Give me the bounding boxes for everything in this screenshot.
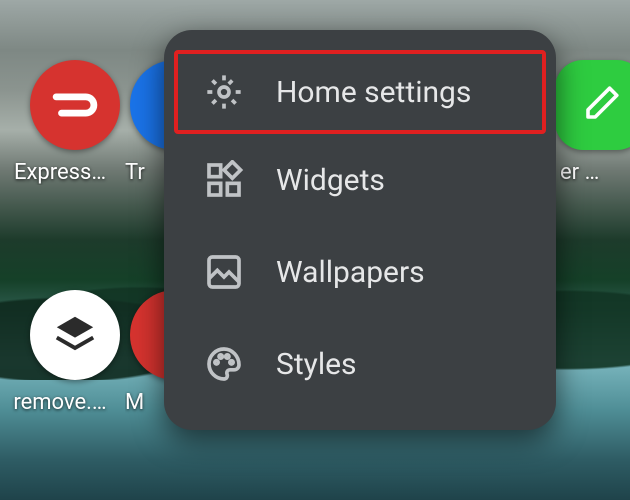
menu-label: Styles [276, 347, 357, 382]
menu-label: Wallpapers [276, 255, 425, 290]
menu-item-wallpapers[interactable]: Wallpapers [164, 226, 556, 318]
menu-item-home-settings[interactable]: Home settings [174, 50, 546, 134]
app-removebg[interactable] [30, 290, 120, 380]
expressvpn-icon [48, 78, 102, 132]
widgets-icon [202, 158, 246, 202]
layers-icon [49, 309, 101, 361]
menu-label: Widgets [276, 163, 385, 198]
app-label-m-partial: M [125, 390, 165, 415]
app-label-removebg: remove.… [0, 390, 125, 415]
app-label-expressvpn: Express… [0, 160, 125, 185]
app-er-partial[interactable] [555, 60, 630, 150]
app-label-tr-partial: Tr [125, 160, 165, 185]
app-expressvpn[interactable] [30, 60, 120, 150]
menu-item-widgets[interactable]: Widgets [164, 134, 556, 226]
menu-label: Home settings [276, 75, 471, 110]
pencil-icon [576, 81, 624, 129]
wallpaper-icon [202, 250, 246, 294]
gear-icon [202, 70, 246, 114]
home-context-menu: Home settings Widgets Wallpapers Styles [164, 30, 556, 430]
home-screen: Express… Tr er … remove.… M Home setting… [0, 0, 630, 500]
palette-icon [202, 342, 246, 386]
app-label-er-partial: er … [560, 160, 630, 185]
menu-item-styles[interactable]: Styles [164, 318, 556, 410]
